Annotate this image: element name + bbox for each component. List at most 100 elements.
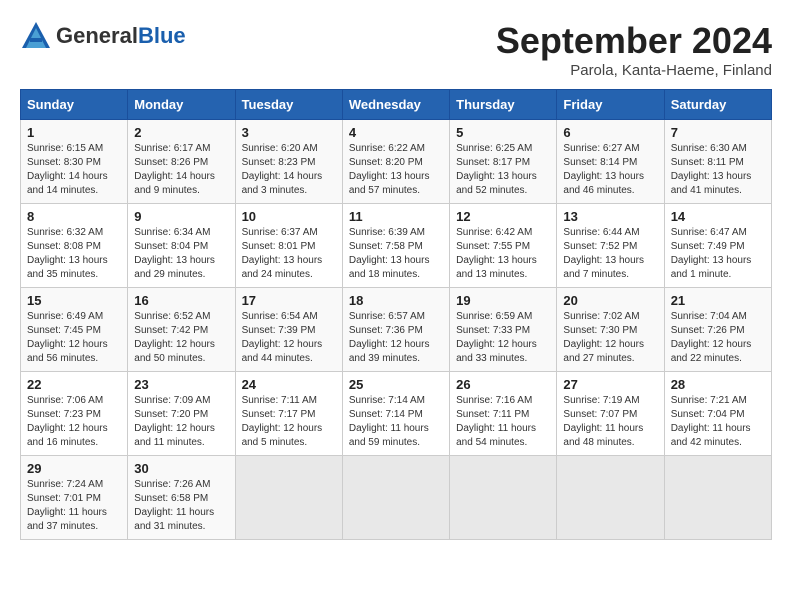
day-info: Sunrise: 6:32 AMSunset: 8:08 PMDaylight:…: [27, 226, 121, 282]
day-number: 30: [134, 461, 228, 476]
day-number: 5: [456, 125, 550, 140]
day-header-thursday: Thursday: [450, 90, 557, 120]
day-number: 19: [456, 293, 550, 308]
logo-blue: Blue: [138, 23, 186, 48]
day-info: Sunrise: 6:15 AMSunset: 8:30 PMDaylight:…: [27, 142, 121, 198]
calendar-cell: 15 Sunrise: 6:49 AMSunset: 7:45 PMDayligh…: [21, 288, 128, 372]
calendar-cell: 19 Sunrise: 6:59 AMSunset: 7:33 PMDayligh…: [450, 288, 557, 372]
logo: GeneralBlue: [20, 20, 186, 52]
calendar-cell: 6 Sunrise: 6:27 AMSunset: 8:14 PMDaylight…: [557, 120, 664, 204]
calendar-cell: 7 Sunrise: 6:30 AMSunset: 8:11 PMDaylight…: [664, 120, 771, 204]
day-info: Sunrise: 6:44 AMSunset: 7:52 PMDaylight:…: [563, 226, 657, 282]
day-info: Sunrise: 6:27 AMSunset: 8:14 PMDaylight:…: [563, 142, 657, 198]
day-info: Sunrise: 6:20 AMSunset: 8:23 PMDaylight:…: [242, 142, 336, 198]
calendar-cell: [557, 456, 664, 540]
day-info: Sunrise: 6:37 AMSunset: 8:01 PMDaylight:…: [242, 226, 336, 282]
calendar-cell: 5Sunrise: 6:25 AMSunset: 8:17 PMDaylight…: [450, 120, 557, 204]
day-number: 27: [563, 377, 657, 392]
day-number: 21: [671, 293, 765, 308]
day-number: 1: [27, 125, 121, 140]
calendar-cell: 8 Sunrise: 6:32 AMSunset: 8:08 PMDaylight…: [21, 204, 128, 288]
day-number: 7: [671, 125, 765, 140]
calendar-cell: 20 Sunrise: 7:02 AMSunset: 7:30 PMDayligh…: [557, 288, 664, 372]
day-number: 3: [242, 125, 336, 140]
calendar-week-row: 8 Sunrise: 6:32 AMSunset: 8:08 PMDaylight…: [21, 204, 772, 288]
calendar-cell: 16 Sunrise: 6:52 AMSunset: 7:42 PMDayligh…: [128, 288, 235, 372]
day-number: 13: [563, 209, 657, 224]
calendar-cell: 14 Sunrise: 6:47 AMSunset: 7:49 PMDayligh…: [664, 204, 771, 288]
calendar-cell: [450, 456, 557, 540]
day-info: Sunrise: 7:24 AMSunset: 7:01 PMDaylight:…: [27, 478, 121, 534]
calendar-cell: 13 Sunrise: 6:44 AMSunset: 7:52 PMDayligh…: [557, 204, 664, 288]
calendar-cell: 23 Sunrise: 7:09 AMSunset: 7:20 PMDayligh…: [128, 372, 235, 456]
day-number: 4: [349, 125, 443, 140]
day-header-wednesday: Wednesday: [342, 90, 449, 120]
day-number: 20: [563, 293, 657, 308]
calendar-cell: 25 Sunrise: 7:14 AMSunset: 7:14 PMDayligh…: [342, 372, 449, 456]
calendar-cell: 24Sunrise: 7:11 AMSunset: 7:17 PMDayligh…: [235, 372, 342, 456]
day-number: 23: [134, 377, 228, 392]
month-title: September 2024: [496, 20, 772, 62]
day-header-tuesday: Tuesday: [235, 90, 342, 120]
day-info: Sunrise: 6:42 AMSunset: 7:55 PMDaylight:…: [456, 226, 550, 282]
day-number: 10: [242, 209, 336, 224]
day-info: Sunrise: 6:54 AMSunset: 7:39 PMDaylight:…: [242, 310, 336, 366]
day-info: Sunrise: 6:30 AMSunset: 8:11 PMDaylight:…: [671, 142, 765, 198]
calendar-cell: 3 Sunrise: 6:20 AMSunset: 8:23 PMDaylight…: [235, 120, 342, 204]
title-block: September 2024 Parola, Kanta-Haeme, Finl…: [496, 20, 772, 79]
day-info: Sunrise: 7:26 AMSunset: 6:58 PMDaylight:…: [134, 478, 228, 534]
calendar-cell: [664, 456, 771, 540]
location: Parola, Kanta-Haeme, Finland: [496, 62, 772, 79]
day-info: Sunrise: 6:34 AMSunset: 8:04 PMDaylight:…: [134, 226, 228, 282]
calendar-table: SundayMondayTuesdayWednesdayThursdayFrid…: [20, 89, 772, 540]
logo-icon: [20, 20, 52, 52]
day-info: Sunrise: 7:19 AMSunset: 7:07 PMDaylight:…: [563, 394, 657, 450]
day-info: Sunrise: 6:47 AMSunset: 7:49 PMDaylight:…: [671, 226, 765, 282]
calendar-week-row: 29 Sunrise: 7:24 AMSunset: 7:01 PMDayligh…: [21, 456, 772, 540]
day-info: Sunrise: 7:06 AMSunset: 7:23 PMDaylight:…: [27, 394, 121, 450]
day-number: 28: [671, 377, 765, 392]
calendar-cell: 4 Sunrise: 6:22 AMSunset: 8:20 PMDaylight…: [342, 120, 449, 204]
day-number: 25: [349, 377, 443, 392]
day-info: Sunrise: 6:52 AMSunset: 7:42 PMDaylight:…: [134, 310, 228, 366]
day-number: 14: [671, 209, 765, 224]
calendar-cell: 2Sunrise: 6:17 AMSunset: 8:26 PMDaylight…: [128, 120, 235, 204]
calendar-cell: 11 Sunrise: 6:39 AMSunset: 7:58 PMDayligh…: [342, 204, 449, 288]
calendar-cell: 17 Sunrise: 6:54 AMSunset: 7:39 PMDayligh…: [235, 288, 342, 372]
day-number: 6: [563, 125, 657, 140]
day-number: 18: [349, 293, 443, 308]
calendar-cell: 22 Sunrise: 7:06 AMSunset: 7:23 PMDayligh…: [21, 372, 128, 456]
day-number: 11: [349, 209, 443, 224]
day-info: Sunrise: 6:59 AMSunset: 7:33 PMDaylight:…: [456, 310, 550, 366]
day-number: 8: [27, 209, 121, 224]
calendar-cell: 30 Sunrise: 7:26 AMSunset: 6:58 PMDayligh…: [128, 456, 235, 540]
calendar-cell: 12Sunrise: 6:42 AMSunset: 7:55 PMDayligh…: [450, 204, 557, 288]
day-info: Sunrise: 7:16 AMSunset: 7:11 PMDaylight:…: [456, 394, 550, 450]
day-info: Sunrise: 6:49 AMSunset: 7:45 PMDaylight:…: [27, 310, 121, 366]
day-info: Sunrise: 7:09 AMSunset: 7:20 PMDaylight:…: [134, 394, 228, 450]
day-number: 15: [27, 293, 121, 308]
day-info: Sunrise: 7:14 AMSunset: 7:14 PMDaylight:…: [349, 394, 443, 450]
day-number: 22: [27, 377, 121, 392]
day-info: Sunrise: 6:22 AMSunset: 8:20 PMDaylight:…: [349, 142, 443, 198]
calendar-cell: 9 Sunrise: 6:34 AMSunset: 8:04 PMDaylight…: [128, 204, 235, 288]
day-header-friday: Friday: [557, 90, 664, 120]
day-info: Sunrise: 6:57 AMSunset: 7:36 PMDaylight:…: [349, 310, 443, 366]
day-number: 9: [134, 209, 228, 224]
calendar-cell: 27 Sunrise: 7:19 AMSunset: 7:07 PMDayligh…: [557, 372, 664, 456]
day-number: 17: [242, 293, 336, 308]
calendar-cell: 21 Sunrise: 7:04 AMSunset: 7:26 PMDayligh…: [664, 288, 771, 372]
day-number: 16: [134, 293, 228, 308]
day-info: Sunrise: 6:39 AMSunset: 7:58 PMDaylight:…: [349, 226, 443, 282]
calendar-cell: 29 Sunrise: 7:24 AMSunset: 7:01 PMDayligh…: [21, 456, 128, 540]
day-info: Sunrise: 7:02 AMSunset: 7:30 PMDaylight:…: [563, 310, 657, 366]
day-info: Sunrise: 7:04 AMSunset: 7:26 PMDaylight:…: [671, 310, 765, 366]
calendar-cell: 10 Sunrise: 6:37 AMSunset: 8:01 PMDayligh…: [235, 204, 342, 288]
day-number: 26: [456, 377, 550, 392]
day-number: 29: [27, 461, 121, 476]
day-header-monday: Monday: [128, 90, 235, 120]
calendar-cell: 1 Sunrise: 6:15 AMSunset: 8:30 PMDaylight…: [21, 120, 128, 204]
calendar-cell: 28Sunrise: 7:21 AMSunset: 7:04 PMDayligh…: [664, 372, 771, 456]
calendar-week-row: 1 Sunrise: 6:15 AMSunset: 8:30 PMDaylight…: [21, 120, 772, 204]
calendar-cell: 26 Sunrise: 7:16 AMSunset: 7:11 PMDayligh…: [450, 372, 557, 456]
